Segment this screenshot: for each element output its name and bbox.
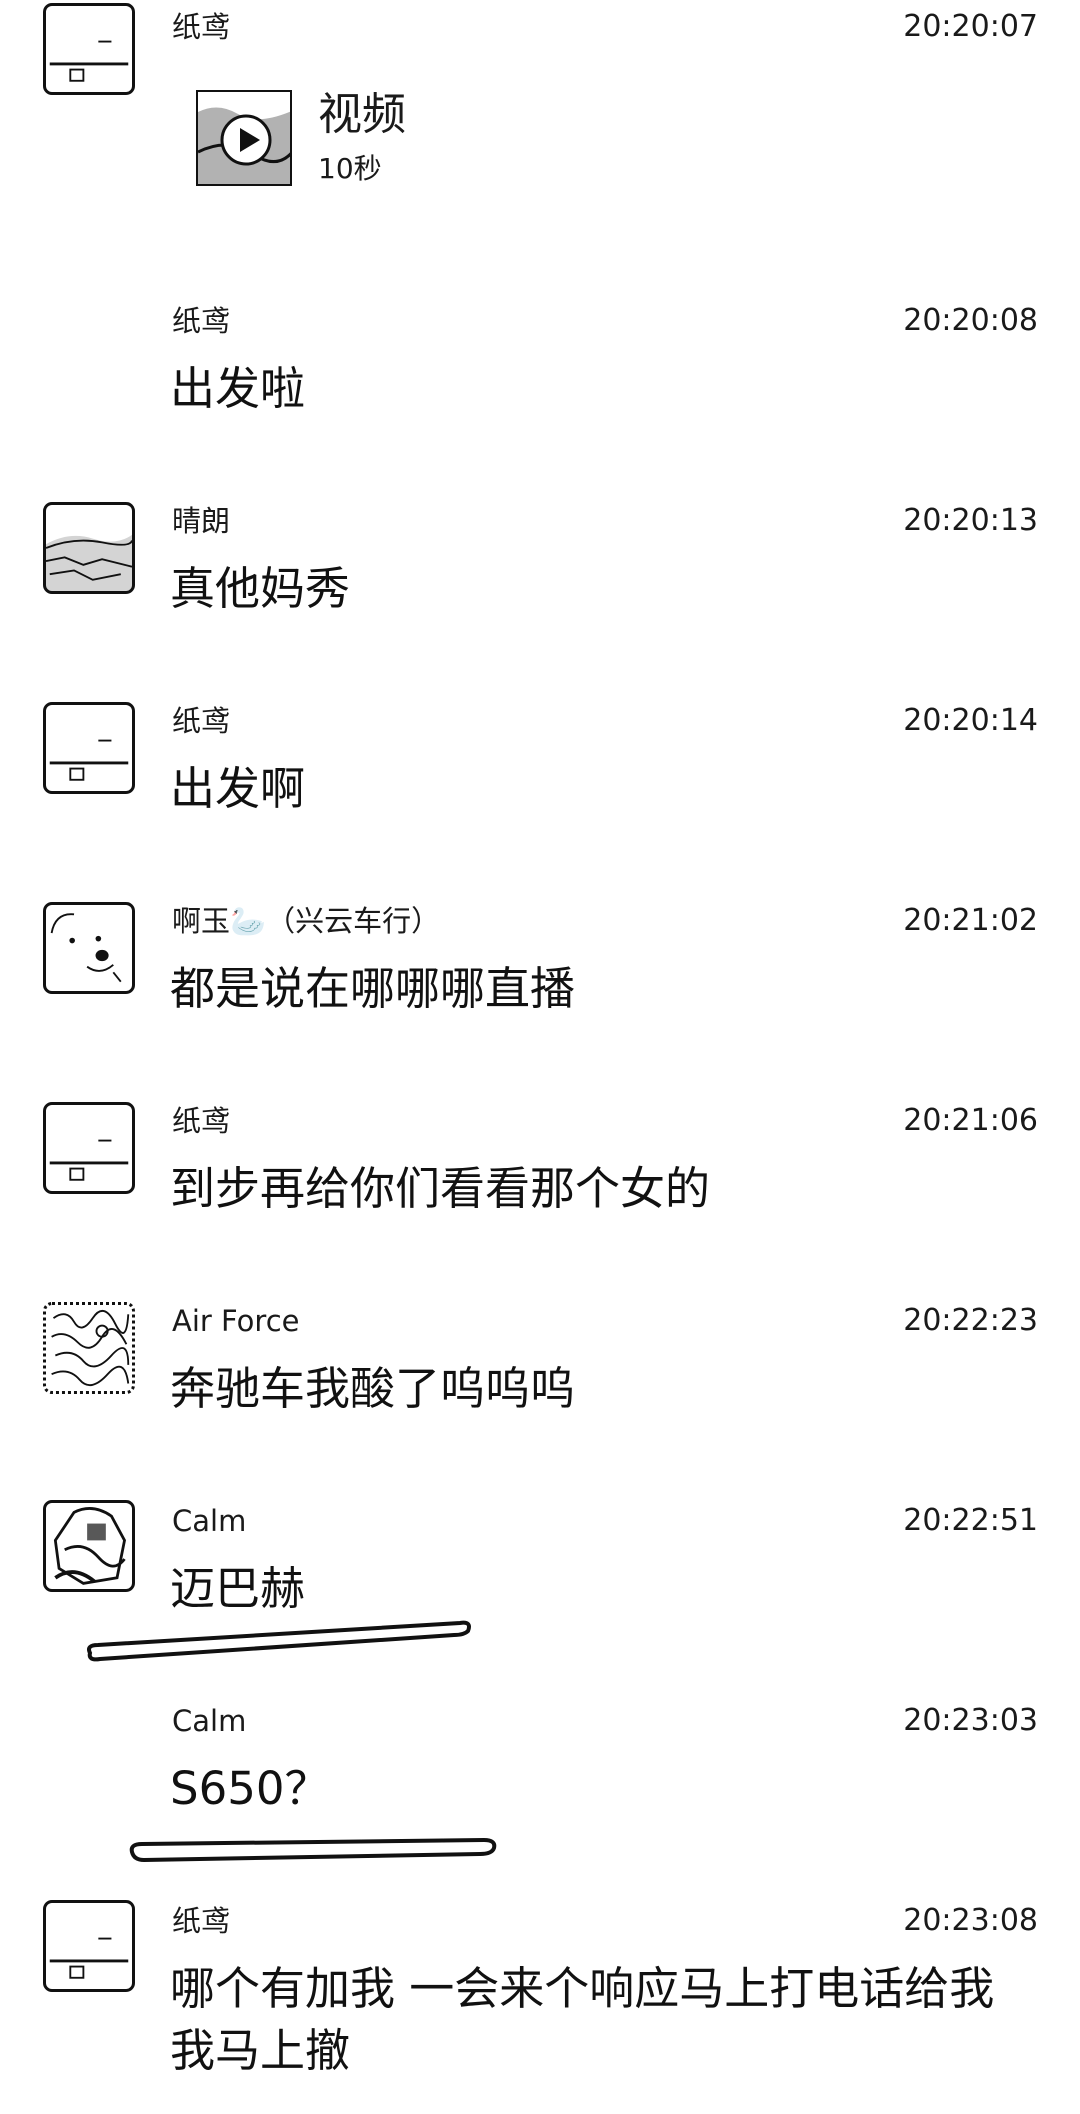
kite-avatar-icon[interactable] [43, 1900, 135, 1992]
message-time: 20:23:03 [903, 1703, 1038, 1738]
sender-name: Calm [172, 1704, 247, 1738]
message-time: 20:21:06 [903, 1103, 1038, 1138]
video-thumbnail[interactable] [196, 90, 292, 186]
dog-avatar-icon[interactable] [43, 902, 135, 994]
message-time: 20:20:07 [903, 9, 1038, 44]
kite-avatar-icon[interactable] [43, 702, 135, 794]
message-time: 20:20:08 [903, 303, 1038, 338]
sender-name: 晴朗 [172, 504, 231, 538]
sender-name: 纸鸢 [172, 304, 231, 338]
drawing-avatar-icon[interactable] [43, 1500, 135, 1592]
message-text: 到步再给你们看看那个女的 [170, 1162, 711, 1215]
kite-avatar-icon[interactable] [43, 1102, 135, 1194]
message-text: 哪个有加我 一会来个响应马上打电话给我我马上撤 [170, 1962, 995, 2077]
message-text: 出发啦 [170, 362, 306, 415]
sender-name: 啊玉🦢（兴云车行） [172, 904, 441, 938]
message-time: 20:20:13 [903, 503, 1038, 538]
message-text: S650？ [170, 1762, 330, 1815]
underline-scribble [129, 1837, 497, 1863]
sender-name: Air Force [172, 1304, 300, 1338]
message-text: 出发啊 [170, 762, 306, 815]
video-duration: 10秒 [318, 152, 382, 185]
video-title: 视频 [318, 89, 406, 140]
message-time: 20:23:08 [903, 1903, 1038, 1938]
sender-name: 纸鸢 [172, 10, 231, 44]
message-text: 奔驰车我酸了呜呜呜 [170, 1362, 576, 1415]
message-text: 都是说在哪哪哪直播 [170, 962, 576, 1015]
sender-name: 纸鸢 [172, 1104, 231, 1138]
sender-name: 纸鸢 [172, 1904, 231, 1938]
kite-avatar-icon[interactable] [43, 3, 135, 95]
message-text: 真他妈秀 [170, 562, 351, 615]
message-time: 20:21:02 [903, 903, 1038, 938]
message-time: 20:22:51 [903, 1503, 1038, 1538]
video-message[interactable]: 视频 10秒 [196, 90, 456, 190]
sketch-avatar-icon[interactable] [43, 1302, 135, 1394]
sender-name: 纸鸢 [172, 704, 231, 738]
underline-scribble [87, 1620, 471, 1662]
message-text: 迈巴赫 [170, 1562, 306, 1615]
sender-name: Calm [172, 1504, 247, 1538]
message-time: 20:22:23 [903, 1303, 1038, 1338]
message-time: 20:20:14 [903, 703, 1038, 738]
landscape-avatar-icon[interactable] [43, 502, 135, 594]
